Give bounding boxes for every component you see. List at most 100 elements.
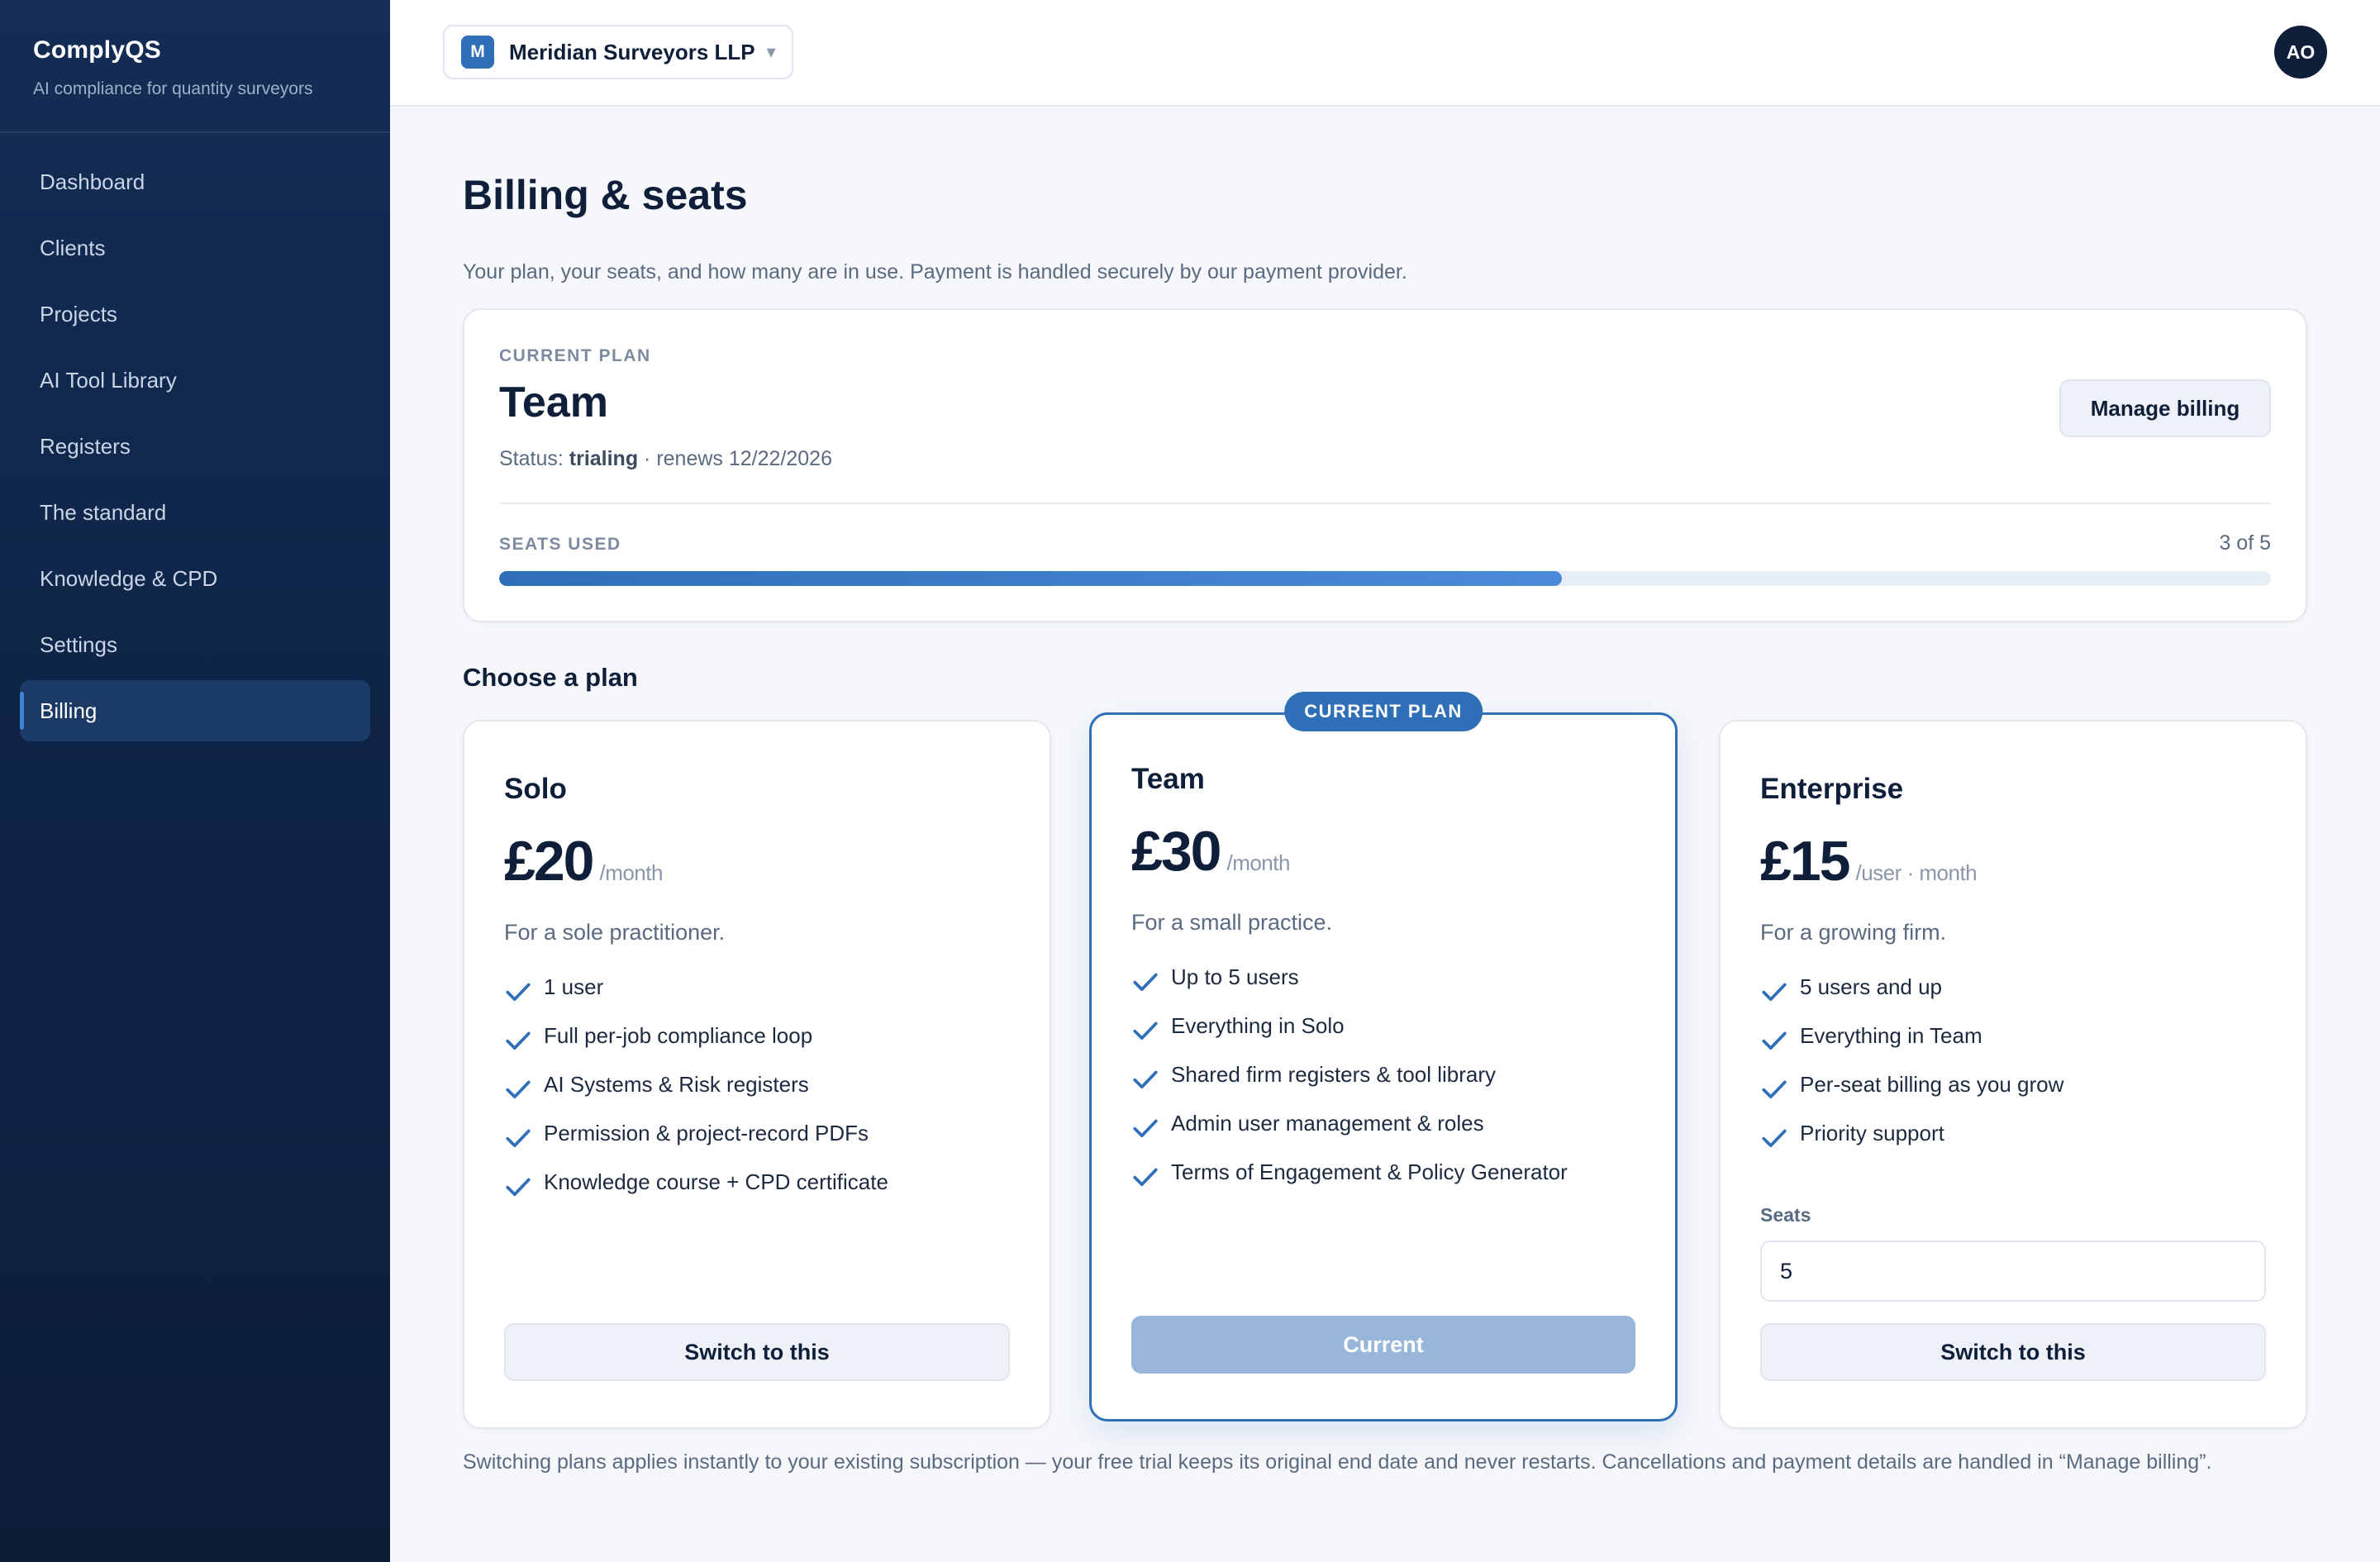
feature-item: Everything in Team	[1760, 1023, 2063, 1072]
feature-item: Full per-job compliance loop	[504, 1023, 888, 1072]
feature-text: Per-seat billing as you grow	[1800, 1072, 2064, 1097]
sidebar-item-settings[interactable]: Settings	[20, 614, 370, 675]
feature-text: Priority support	[1800, 1121, 1944, 1145]
price-amount: £15	[1760, 830, 1850, 893]
chevron-down-icon: ▾	[766, 41, 776, 62]
feature-text: Everything in Solo	[1171, 1013, 1345, 1038]
feature-text: Shared firm registers & tool library	[1171, 1062, 1497, 1087]
plan-description: For a small practice.	[1131, 910, 1333, 935]
sidebar-item-dashboard[interactable]: Dashboard	[20, 151, 370, 212]
feature-list: Up to 5 users Everything in Solo Shared fi…	[1131, 964, 1568, 1208]
sidebar-item-the-standard[interactable]: The standard	[20, 482, 370, 543]
seats-progress-bar	[499, 571, 2271, 586]
feature-item: Permission & project-record PDFs	[504, 1121, 888, 1169]
check-icon	[1762, 1031, 1787, 1050]
check-icon	[506, 1129, 531, 1148]
renewal-date: · renews 12/22/2026	[638, 447, 832, 470]
seats-used-count: 3 of 5	[2219, 531, 2271, 555]
current-plan-card: CURRENT PLAN Team Status: trialing · ren…	[463, 308, 2307, 622]
check-icon	[506, 983, 531, 1002]
feature-text: AI Systems & Risk registers	[544, 1072, 809, 1097]
feature-item: Up to 5 users	[1131, 964, 1568, 1013]
check-icon	[1133, 1021, 1158, 1041]
main-content: Billing & seats Your plan, your seats, a…	[463, 105, 2307, 1474]
check-icon	[1762, 983, 1787, 1002]
feature-item: Shared firm registers & tool library	[1131, 1062, 1568, 1111]
sidebar-nav: Dashboard Clients Projects AI Tool Libra…	[0, 133, 390, 741]
plan-status: Status: trialing · renews 12/22/2026	[499, 447, 832, 471]
plan-card-enterprise: Enterprise £15 /user · month For a growi…	[1719, 720, 2307, 1429]
seats-field-label: Seats	[1760, 1204, 1811, 1226]
feature-item: 1 user	[504, 974, 888, 1023]
page-title: Billing & seats	[463, 172, 748, 218]
price-unit: /user · month	[1855, 860, 1978, 885]
feature-text: 1 user	[544, 974, 604, 999]
check-icon	[1762, 1080, 1787, 1099]
feature-item: Admin user management & roles	[1131, 1111, 1568, 1160]
topbar: M Meridian Surveyors LLP ▾ AO	[390, 0, 2380, 107]
check-icon	[506, 1080, 531, 1099]
sidebar-item-ai-tool-library[interactable]: AI Tool Library	[20, 350, 370, 411]
check-icon	[1133, 1070, 1158, 1089]
check-icon	[1133, 1168, 1158, 1187]
feature-text: Everything in Team	[1800, 1023, 1983, 1048]
plan-description: For a growing firm.	[1760, 920, 1947, 945]
plan-card-team: CURRENT PLAN Team £30 /month For a small…	[1089, 692, 1678, 1422]
current-plan-badge: CURRENT PLAN	[1284, 692, 1483, 731]
plan-price: £15 /user · month	[1760, 829, 1978, 893]
price-amount: £30	[1131, 820, 1221, 883]
feature-item: AI Systems & Risk registers	[504, 1072, 888, 1121]
sidebar-item-projects[interactable]: Projects	[20, 283, 370, 345]
feature-item: Per-seat billing as you grow	[1760, 1072, 2063, 1121]
seats-progress-fill	[499, 571, 1563, 586]
sidebar-item-clients[interactable]: Clients	[20, 217, 370, 279]
status-value: trialing	[569, 447, 639, 470]
feature-item: Knowledge course + CPD certificate	[504, 1169, 888, 1218]
feature-text: Admin user management & roles	[1171, 1111, 1484, 1136]
feature-item: Priority support	[1760, 1121, 2063, 1169]
feature-text: Up to 5 users	[1171, 964, 1299, 989]
plan-price: £20 /month	[504, 829, 663, 893]
check-icon	[1762, 1129, 1787, 1148]
divider	[499, 502, 2271, 504]
sidebar-item-billing[interactable]: Billing	[20, 680, 370, 741]
manage-billing-button[interactable]: Manage billing	[2059, 379, 2271, 437]
switch-to-solo-button[interactable]: Switch to this	[504, 1323, 1010, 1381]
feature-text: Knowledge course + CPD certificate	[544, 1169, 888, 1194]
org-switcher[interactable]: M Meridian Surveyors LLP ▾	[443, 25, 793, 79]
brand: ComplyQS AI compliance for quantity surv…	[0, 0, 390, 133]
sidebar-item-knowledge-cpd[interactable]: Knowledge & CPD	[20, 548, 370, 609]
check-icon	[506, 1178, 531, 1197]
feature-text: Full per-job compliance loop	[544, 1023, 813, 1048]
org-name: Meridian Surveyors LLP	[509, 39, 755, 64]
seats-used-label: SEATS USED	[499, 535, 621, 554]
current-plan-button: Current	[1131, 1316, 1635, 1374]
plan-card-solo: Solo £20 /month For a sole practitioner.…	[463, 720, 1051, 1429]
status-prefix: Status:	[499, 447, 569, 470]
sidebar: ComplyQS AI compliance for quantity surv…	[0, 0, 390, 1562]
price-amount: £20	[504, 830, 594, 893]
feature-text: Terms of Engagement & Policy Generator	[1171, 1160, 1568, 1184]
app-tagline: AI compliance for quantity surveyors	[33, 79, 313, 98]
page-subtitle: Your plan, your seats, and how many are …	[463, 260, 1407, 283]
plan-description: For a sole practitioner.	[504, 920, 726, 945]
current-plan-name: Team	[499, 379, 608, 426]
feature-item: Terms of Engagement & Policy Generator	[1131, 1160, 1568, 1208]
billing-footnote: Switching plans applies instantly to you…	[463, 1450, 2212, 1474]
check-icon	[506, 1031, 531, 1050]
choose-plan-heading: Choose a plan	[463, 663, 638, 692]
sidebar-item-registers[interactable]: Registers	[20, 416, 370, 477]
feature-list: 1 user Full per-job compliance loop AI Sys…	[504, 974, 888, 1218]
seats-input[interactable]	[1760, 1241, 2266, 1302]
plan-price: £30 /month	[1131, 819, 1290, 883]
price-unit: /month	[1226, 850, 1290, 875]
switch-to-enterprise-button[interactable]: Switch to this	[1760, 1323, 2266, 1381]
current-plan-label: CURRENT PLAN	[499, 346, 651, 365]
feature-item: Everything in Solo	[1131, 1013, 1568, 1062]
avatar[interactable]: AO	[2274, 26, 2327, 79]
price-unit: /month	[599, 860, 663, 885]
check-icon	[1133, 973, 1158, 992]
feature-text: Permission & project-record PDFs	[544, 1121, 869, 1145]
plan-title: Solo	[504, 773, 567, 805]
check-icon	[1133, 1119, 1158, 1138]
